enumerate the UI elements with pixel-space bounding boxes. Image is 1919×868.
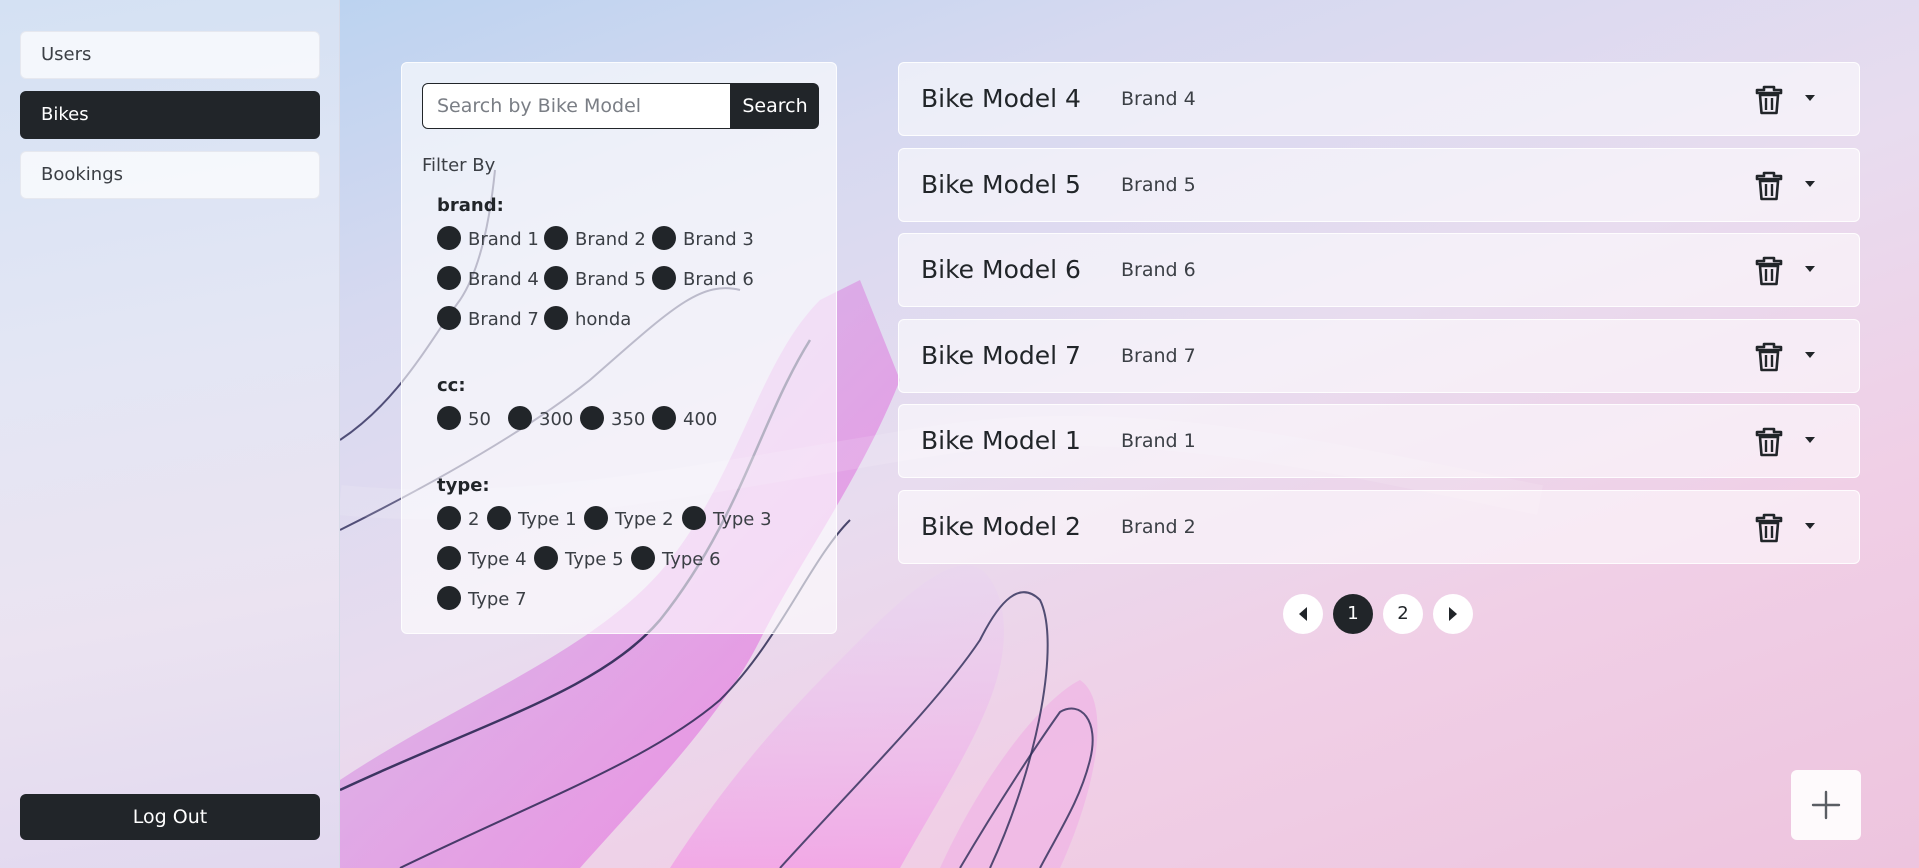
- filter-panel: Search Filter By brand: Brand 1 Brand 2 …: [401, 62, 837, 634]
- filter-option-brand-6[interactable]: Brand 6: [652, 266, 754, 293]
- filter-by-heading: Filter By: [422, 155, 496, 176]
- filter-option-cc-50[interactable]: 50: [437, 406, 491, 433]
- bike-brand: Brand 4: [1121, 88, 1196, 110]
- main-content: Search Filter By brand: Brand 1 Brand 2 …: [340, 0, 1919, 868]
- radio-icon: [487, 506, 511, 530]
- radio-icon: [544, 266, 568, 290]
- bike-brand: Brand 5: [1121, 174, 1196, 196]
- pagination-prev-button[interactable]: [1283, 594, 1323, 634]
- trash-icon[interactable]: [1755, 85, 1783, 115]
- filter-option-type-2[interactable]: 2: [437, 506, 479, 533]
- plus-icon: [1811, 790, 1841, 820]
- caret-down-icon[interactable]: [1805, 95, 1815, 101]
- filter-option-brand-5[interactable]: Brand 5: [544, 266, 646, 293]
- filter-option-brand-honda[interactable]: honda: [544, 306, 631, 333]
- radio-icon: [437, 406, 461, 430]
- radio-icon: [544, 226, 568, 250]
- trash-icon[interactable]: [1755, 256, 1783, 286]
- bike-list-item[interactable]: Bike Model 7 Brand 7: [898, 319, 1860, 393]
- pagination-page-1[interactable]: 1: [1333, 594, 1373, 634]
- filter-group-brand-label: brand:: [437, 195, 504, 216]
- trash-icon[interactable]: [1755, 513, 1783, 543]
- caret-down-icon[interactable]: [1805, 437, 1815, 443]
- filter-option-type-6[interactable]: Type 6: [631, 546, 721, 573]
- radio-icon: [437, 226, 461, 250]
- filter-option-type-3[interactable]: Type 3: [682, 506, 772, 533]
- filter-option-cc-350[interactable]: 350: [580, 406, 645, 433]
- filter-option-type-2b[interactable]: Type 2: [584, 506, 674, 533]
- filter-option-brand-7[interactable]: Brand 7: [437, 306, 539, 333]
- bike-list-item[interactable]: Bike Model 5 Brand 5: [898, 148, 1860, 222]
- bike-model: Bike Model 4: [921, 84, 1081, 113]
- filter-option-type-4[interactable]: Type 4: [437, 546, 527, 573]
- search-bar: Search: [422, 83, 819, 129]
- filter-group-cc-label: cc:: [437, 375, 466, 396]
- filter-option-brand-2[interactable]: Brand 2: [544, 226, 646, 253]
- trash-icon[interactable]: [1755, 171, 1783, 201]
- pagination-page-2[interactable]: 2: [1383, 594, 1423, 634]
- bike-model: Bike Model 5: [921, 170, 1081, 199]
- filter-option-cc-400[interactable]: 400: [652, 406, 717, 433]
- radio-icon: [652, 226, 676, 250]
- add-bike-button[interactable]: [1791, 770, 1861, 840]
- radio-icon: [508, 406, 532, 430]
- filter-option-type-5[interactable]: Type 5: [534, 546, 624, 573]
- sidebar-item-users[interactable]: Users: [20, 31, 320, 79]
- filter-option-brand-4[interactable]: Brand 4: [437, 266, 539, 293]
- caret-left-icon: [1299, 607, 1307, 621]
- trash-icon[interactable]: [1755, 342, 1783, 372]
- bike-list-item[interactable]: Bike Model 4 Brand 4: [898, 62, 1860, 136]
- radio-icon: [652, 406, 676, 430]
- search-button[interactable]: Search: [731, 83, 819, 129]
- filter-option-type-1[interactable]: Type 1: [487, 506, 577, 533]
- radio-icon: [437, 546, 461, 570]
- filter-group-type-label: type:: [437, 475, 490, 496]
- bike-model: Bike Model 6: [921, 255, 1081, 284]
- radio-icon: [584, 506, 608, 530]
- caret-down-icon[interactable]: [1805, 181, 1815, 187]
- radio-icon: [437, 586, 461, 610]
- radio-icon: [534, 546, 558, 570]
- bike-model: Bike Model 1: [921, 426, 1081, 455]
- radio-icon: [544, 306, 568, 330]
- radio-icon: [652, 266, 676, 290]
- radio-icon: [437, 266, 461, 290]
- radio-icon: [580, 406, 604, 430]
- bike-model: Bike Model 2: [921, 512, 1081, 541]
- sidebar: Users Bikes Bookings Log Out: [0, 0, 340, 868]
- bike-brand: Brand 2: [1121, 516, 1196, 538]
- filter-option-brand-3[interactable]: Brand 3: [652, 226, 754, 253]
- trash-icon[interactable]: [1755, 427, 1783, 457]
- sidebar-item-bikes[interactable]: Bikes: [20, 91, 320, 139]
- radio-icon: [437, 306, 461, 330]
- bike-brand: Brand 1: [1121, 430, 1196, 452]
- caret-down-icon[interactable]: [1805, 523, 1815, 529]
- sidebar-item-bookings[interactable]: Bookings: [20, 151, 320, 199]
- filter-option-cc-300[interactable]: 300: [508, 406, 573, 433]
- bike-model: Bike Model 7: [921, 341, 1081, 370]
- caret-down-icon[interactable]: [1805, 352, 1815, 358]
- search-input[interactable]: [422, 83, 731, 129]
- bike-list-item[interactable]: Bike Model 2 Brand 2: [898, 490, 1860, 564]
- radio-icon: [631, 546, 655, 570]
- filter-option-brand-1[interactable]: Brand 1: [437, 226, 539, 253]
- bike-list-item[interactable]: Bike Model 6 Brand 6: [898, 233, 1860, 307]
- filter-option-type-7[interactable]: Type 7: [437, 586, 527, 613]
- pagination-next-button[interactable]: [1433, 594, 1473, 634]
- radio-icon: [437, 506, 461, 530]
- bike-list-item[interactable]: Bike Model 1 Brand 1: [898, 404, 1860, 478]
- caret-right-icon: [1449, 607, 1457, 621]
- bike-brand: Brand 7: [1121, 345, 1196, 367]
- caret-down-icon[interactable]: [1805, 266, 1815, 272]
- radio-icon: [682, 506, 706, 530]
- bike-brand: Brand 6: [1121, 259, 1196, 281]
- logout-button[interactable]: Log Out: [20, 794, 320, 840]
